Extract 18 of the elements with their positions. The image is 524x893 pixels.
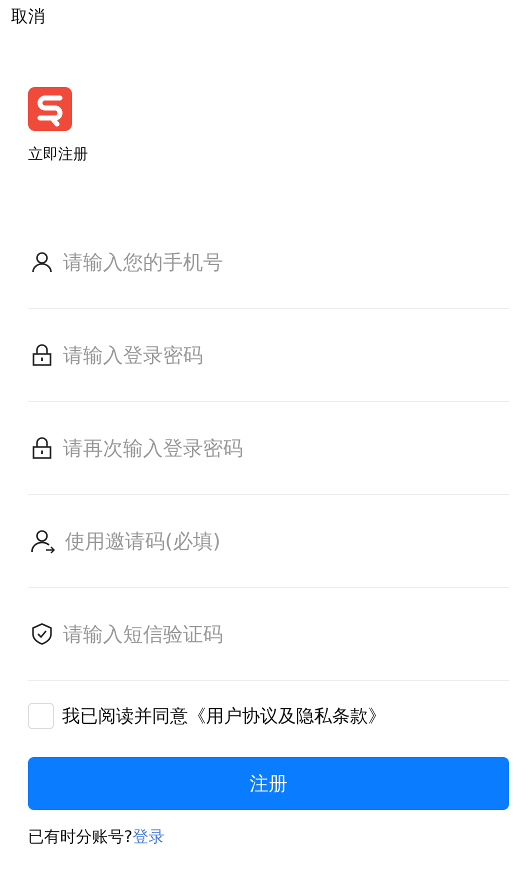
login-link[interactable]: 登录	[132, 827, 164, 846]
page-title: 立即注册	[28, 144, 88, 164]
person-arrow-icon	[30, 528, 56, 554]
checkbox[interactable]	[28, 703, 54, 729]
account-prompt: 已有时分账号?	[28, 827, 132, 846]
input-field[interactable]: 请输入短信验证码	[63, 622, 509, 646]
input-field[interactable]: 使用邀请码(必填)	[65, 529, 509, 553]
input-field[interactable]: 请输入登录密码	[63, 343, 509, 367]
person-icon	[30, 250, 54, 274]
register-button[interactable]: 注册	[28, 757, 509, 810]
lock-icon	[30, 343, 54, 367]
input-field[interactable]: 请输入您的手机号	[63, 250, 509, 274]
lock-icon	[30, 436, 54, 460]
shield-check-icon	[30, 622, 54, 646]
cancel-link[interactable]: 取消	[11, 6, 45, 28]
app-logo-icon	[28, 87, 72, 131]
agreement-label: 我已阅读并同意《用户协议及隐私条款》	[62, 705, 386, 728]
input-field[interactable]: 请再次输入登录密码	[63, 436, 509, 460]
